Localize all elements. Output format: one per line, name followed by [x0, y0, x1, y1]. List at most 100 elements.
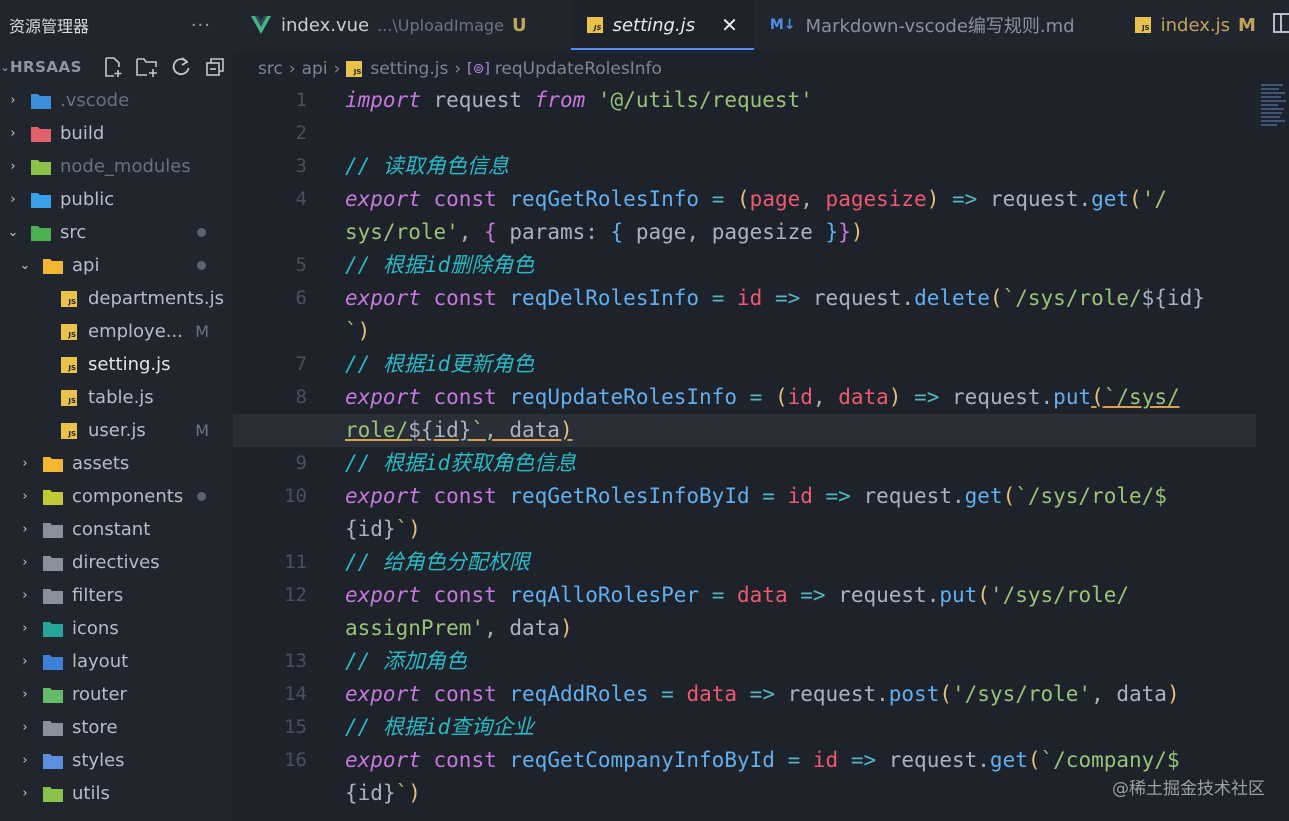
code-token: ` [345, 319, 358, 343]
folder-item[interactable]: › node_modules [0, 150, 233, 183]
breadcrumb-item-file[interactable]: setting.js [370, 59, 448, 79]
folder-item[interactable]: ⌄ src [0, 216, 233, 249]
more-actions-icon[interactable]: ··· [191, 15, 211, 36]
code-line[interactable]: 7 // 根据id更新角色 [233, 348, 1289, 381]
code-token: ( [977, 583, 990, 607]
code-line[interactable]: assignPrem', data) [233, 612, 1289, 645]
code-line[interactable]: 2 [233, 117, 1289, 150]
breadcrumb-item-src[interactable]: src [258, 59, 283, 79]
split-editor-icon[interactable] [1273, 13, 1289, 33]
folder-item[interactable]: › router [0, 678, 233, 711]
folder-item[interactable]: › styles [0, 744, 233, 777]
code-line[interactable]: 9 // 根据id获取角色信息 [233, 447, 1289, 480]
folder-item[interactable]: › components [0, 480, 233, 513]
code-token: const [433, 484, 497, 508]
code-line[interactable]: 6 export const reqDelRolesInfo = id => re… [233, 282, 1289, 315]
code-line[interactable]: 12 export const reqAlloRolesPer = data =>… [233, 579, 1289, 612]
folder-item[interactable]: › assets [0, 447, 233, 480]
chevron-right-icon: › [22, 555, 28, 570]
line-number: 4 [295, 188, 307, 210]
vscode-folder-icon [30, 92, 52, 110]
code-token: ( [1027, 748, 1041, 772]
close-icon[interactable]: ✕ [721, 13, 738, 37]
folder-item[interactable]: › .vscode [0, 84, 233, 117]
code-line[interactable]: 4 export const reqGetRolesInfo = (page, p… [233, 183, 1289, 216]
file-item[interactable]: JS departments.js [0, 282, 233, 315]
code-token: , [458, 220, 485, 244]
js-file-icon: JS [58, 323, 80, 341]
code-token: request [420, 88, 535, 112]
folder-item[interactable]: › directives [0, 546, 233, 579]
tree-item-label: departments.js [88, 288, 224, 309]
code-line[interactable]: 11 // 给角色分配权限 [233, 546, 1289, 579]
code-token: ( [774, 385, 788, 409]
code-text: export const reqGetRolesInfoById = id =>… [345, 480, 1167, 513]
code-line[interactable]: 3 // 读取角色信息 [233, 150, 1289, 183]
file-item[interactable]: JS user.js M [0, 414, 233, 447]
js-file-icon: JS [586, 17, 603, 33]
line-number: 1 [295, 89, 307, 111]
code-token: put [939, 583, 978, 607]
folder-item[interactable]: › icons [0, 612, 233, 645]
collapse-all-icon[interactable] [198, 52, 232, 82]
tab-index-vue[interactable]: index.vue ...\UploadImage U [233, 0, 543, 50]
code-text: // 读取角色信息 [345, 150, 509, 183]
code-token: // 给角色分配权限 [345, 550, 530, 574]
router-folder-icon [42, 686, 64, 704]
folder-item[interactable]: › utils [0, 777, 233, 810]
folder-item[interactable]: › layout [0, 645, 233, 678]
folder-item[interactable]: › constant [0, 513, 233, 546]
tab-index-js[interactable]: JS index.js M [1119, 0, 1272, 50]
file-item[interactable]: JS setting.js [0, 348, 233, 381]
code-line[interactable]: 10 export const reqGetRolesInfoById = id … [233, 480, 1289, 513]
breadcrumb-item-symbol[interactable]: reqUpdateRolesInfo [495, 59, 662, 79]
code-line[interactable]: 8 export const reqUpdateRolesInfo = (id, … [233, 381, 1289, 414]
code-line[interactable]: 13 // 添加角色 [233, 645, 1289, 678]
refresh-icon[interactable] [164, 52, 198, 82]
code-text: import request from '@/utils/request' [345, 84, 813, 117]
folder-item[interactable]: › store [0, 711, 233, 744]
folder-icon [42, 587, 64, 605]
tab-label: index.vue [281, 14, 370, 36]
code-line[interactable]: 14 export const reqAddRoles = data => req… [233, 678, 1289, 711]
utils-folder-icon [42, 785, 64, 803]
tab-markdown[interactable]: M↓ Markdown-vscode编写规则.md [754, 0, 1091, 50]
new-file-icon[interactable] [96, 52, 130, 82]
new-folder-icon[interactable] [130, 52, 164, 82]
code-line[interactable]: 15 // 根据id查询企业 [233, 711, 1289, 744]
folder-item[interactable]: ⌄ api [0, 249, 233, 282]
code-token: const [433, 682, 497, 706]
project-header[interactable]: ⌄ HRSAAS [0, 50, 233, 84]
watermark: @稀土掘金技术社区 [1112, 779, 1265, 799]
minimap[interactable] [1261, 84, 1287, 130]
code-line[interactable]: `) [233, 315, 1289, 348]
code-token: role/ [345, 418, 409, 442]
code-text: // 根据id删除角色 [345, 249, 534, 282]
code-line[interactable]: 16 export const reqGetCompanyInfoById = i… [233, 744, 1289, 777]
folder-item[interactable]: › filters [0, 579, 233, 612]
code-editor[interactable]: 1 import request from '@/utils/request' 2 3… [233, 84, 1289, 821]
file-item[interactable]: JS employe... M [0, 315, 233, 348]
code-line[interactable]: {id}`) [233, 513, 1289, 546]
folder-item[interactable]: › build [0, 117, 233, 150]
tree-item-label: utils [72, 783, 110, 804]
code-token: params: [496, 220, 611, 244]
code-token: ) [408, 517, 421, 541]
tab-label: index.js [1160, 14, 1230, 36]
code-line[interactable]: sys/role', { params: { page, pagesize }}… [233, 216, 1289, 249]
code-token: { [610, 220, 624, 244]
breadcrumb-item-api[interactable]: api [302, 59, 328, 79]
code-line[interactable]: 1 import request from '@/utils/request' [233, 84, 1289, 117]
folder-item[interactable]: › public [0, 183, 233, 216]
file-item[interactable]: JS table.js [0, 381, 233, 414]
code-token: ( [939, 682, 952, 706]
code-line[interactable]: role/${id}`, data) [233, 414, 1256, 447]
tab-setting-js[interactable]: JS setting.js ✕ [570, 0, 755, 50]
code-line[interactable]: 5 // 根据id删除角色 [233, 249, 1289, 282]
